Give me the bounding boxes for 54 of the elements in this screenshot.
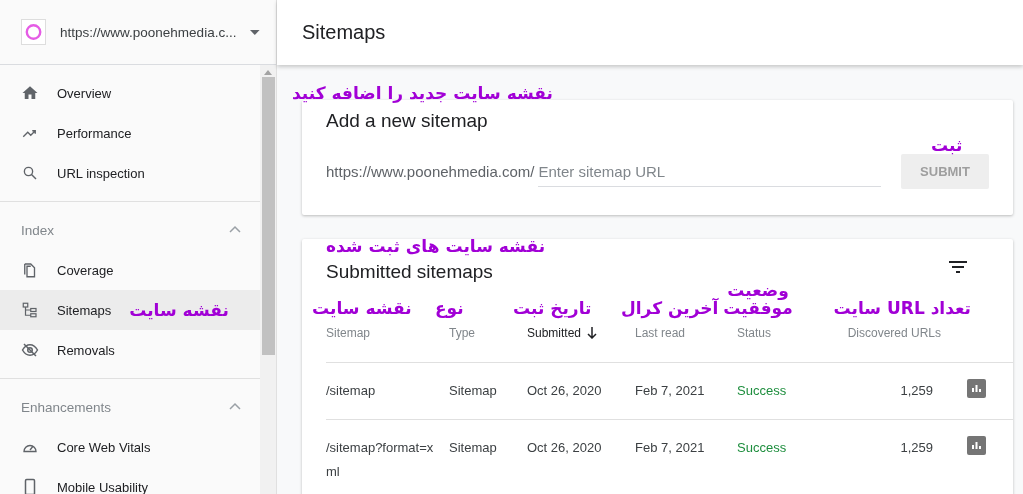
url-prefix: https://www.poonehmedia.com/ xyxy=(326,163,535,180)
table-cell-text: /sitemap?format=xml xyxy=(326,439,435,481)
table-cell-text: Oct 26, 2020 xyxy=(527,439,602,457)
nav-icon xyxy=(21,301,39,319)
annotation-text: نوع xyxy=(435,299,464,318)
chart-icon[interactable] xyxy=(967,436,986,455)
chart-icon[interactable] xyxy=(967,379,986,398)
page-title: Sitemaps xyxy=(302,21,386,44)
nav-item[interactable]: Core Web Vitals xyxy=(0,427,260,467)
scrollbar[interactable] xyxy=(260,65,276,494)
nav-item[interactable]: Coverage xyxy=(0,250,260,290)
annotation-text: تاریخ ثبت xyxy=(513,299,592,318)
table-cell-text: Success xyxy=(737,382,787,400)
property-url[interactable]: https://www.poonehmedia.c... xyxy=(60,24,237,40)
card-title: Submitted sitemaps xyxy=(326,261,493,283)
table-cell-text: Success xyxy=(737,439,787,457)
annotation-text: نقشه سایت های ثبت شده xyxy=(326,237,546,256)
column-header[interactable]: Discovered URLs xyxy=(847,326,941,340)
sort-arrow-icon[interactable] xyxy=(587,327,598,339)
section-header: Enhancements xyxy=(21,399,112,415)
nav-icon xyxy=(21,164,39,182)
annotation-text: نقشه سایت xyxy=(129,300,229,320)
property-logo-icon xyxy=(21,19,47,45)
scrollbar-thumb[interactable] xyxy=(261,77,275,355)
table-cell-text: Sitemap xyxy=(449,382,497,400)
nav-item[interactable]: Mobile Usability xyxy=(0,467,260,494)
table-cell-text: Feb 7, 2021 xyxy=(635,439,705,457)
column-header[interactable]: Last read xyxy=(635,326,686,340)
dropdown-caret-icon[interactable] xyxy=(250,29,260,35)
nav-icon xyxy=(21,341,39,359)
column-header[interactable]: Type xyxy=(449,326,475,340)
column-header[interactable]: Sitemap xyxy=(326,326,371,340)
table-cell-text: Feb 7, 2021 xyxy=(635,382,705,400)
column-header[interactable]: Submitted xyxy=(527,326,582,340)
table-cell-text: Sitemap xyxy=(449,439,497,457)
nav-icon xyxy=(21,84,39,102)
section-header: Index xyxy=(21,222,55,238)
filter-icon[interactable] xyxy=(949,261,967,273)
nav-item[interactable]: Removals xyxy=(0,330,260,370)
annotation-text: نقشه سایت جدید را اضافه کنید xyxy=(292,84,553,103)
nav-item[interactable]: Performance xyxy=(0,113,260,153)
card-title: Add a new sitemap xyxy=(326,110,489,132)
column-header[interactable]: Status xyxy=(737,326,772,340)
nav-item[interactable]: Overview xyxy=(0,73,260,113)
nav-item[interactable]: URL inspection xyxy=(0,153,260,193)
table-cell-text: Oct 26, 2020 xyxy=(527,382,602,400)
table-cell-text: /sitemap xyxy=(326,382,376,400)
annotation-text: آخرین کرال xyxy=(621,299,719,318)
annotation-text: تعداد URL سایت xyxy=(833,299,971,318)
annotation-text: نقشه سایت xyxy=(312,299,412,318)
annotation-text: ثبت xyxy=(931,136,963,155)
table-cell-text: 1,259 xyxy=(900,382,933,400)
table-cell-text: 1,259 xyxy=(900,439,933,457)
annotation-text: وضعیت موفقیت xyxy=(723,280,793,318)
